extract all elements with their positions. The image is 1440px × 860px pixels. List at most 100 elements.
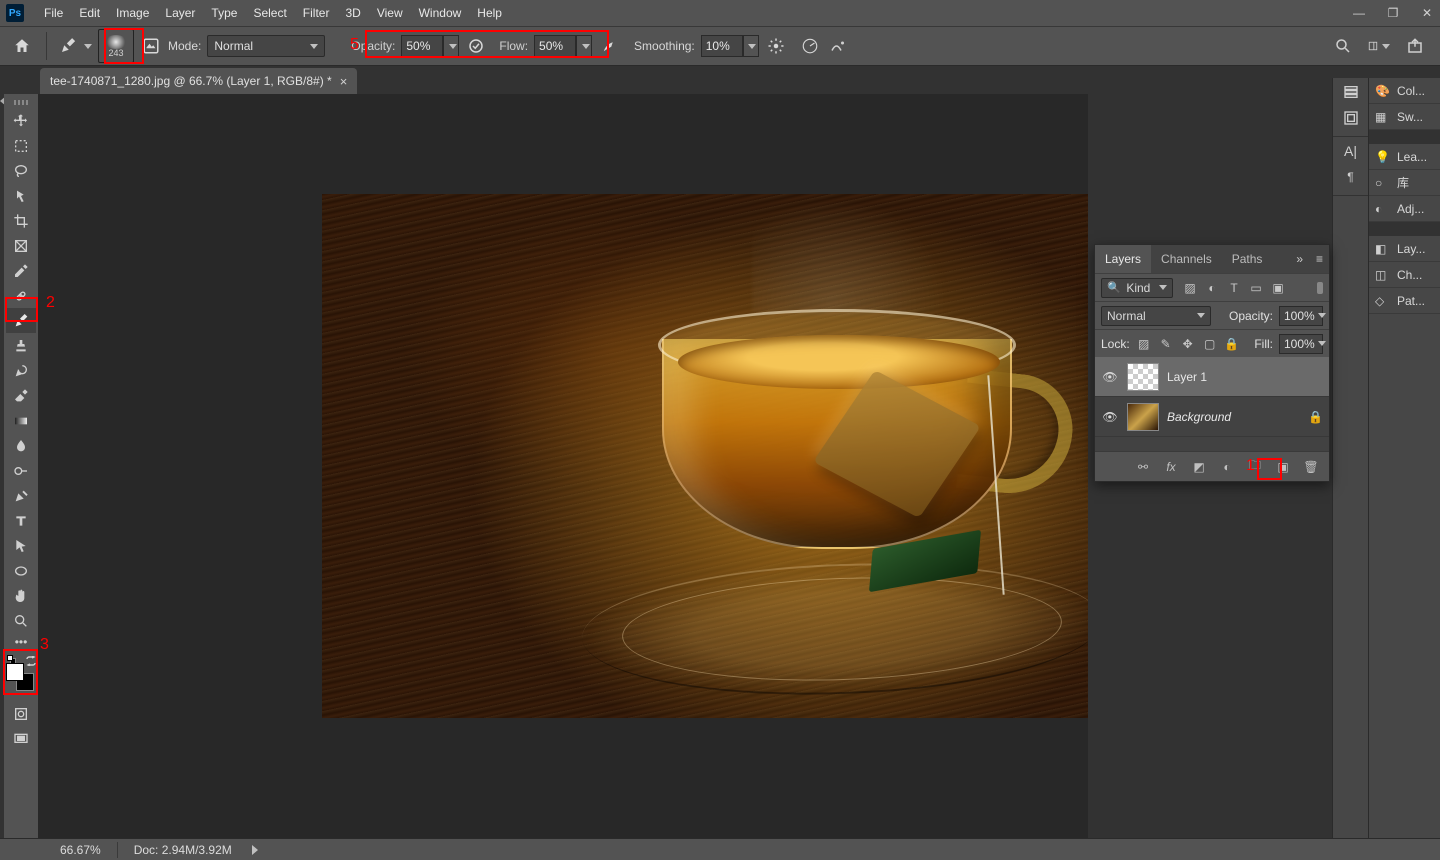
paths-tab[interactable]: Paths (1222, 245, 1273, 273)
filter-adjust-icon[interactable]: ◐ (1205, 281, 1219, 295)
character-panel-icon[interactable]: A| (1341, 143, 1361, 159)
zoom-level[interactable]: 66.67% (60, 843, 101, 857)
panel-grip[interactable] (8, 100, 34, 106)
menu-window[interactable]: Window (411, 2, 470, 24)
panel-learn[interactable]: 💡Lea... (1369, 144, 1440, 170)
healing-tool[interactable] (6, 283, 36, 308)
panel-libraries[interactable]: ○库 (1369, 170, 1440, 196)
foreground-color[interactable] (6, 663, 24, 681)
menu-filter[interactable]: Filter (295, 2, 338, 24)
menu-select[interactable]: Select (245, 2, 294, 24)
brush-panel-toggle[interactable] (140, 35, 162, 57)
pressure-opacity-toggle[interactable] (465, 35, 487, 57)
history-brush-tool[interactable] (6, 358, 36, 383)
blur-tool[interactable] (6, 433, 36, 458)
doc-info-menu[interactable] (252, 845, 258, 855)
document-tab[interactable]: tee-1740871_1280.jpg @ 66.7% (Layer 1, R… (40, 68, 357, 94)
menu-file[interactable]: File (36, 2, 71, 24)
maximize-button[interactable]: ❐ (1384, 6, 1402, 20)
color-swatch[interactable] (6, 655, 36, 695)
eyedropper-tool[interactable] (6, 258, 36, 283)
new-layer-icon[interactable]: ▣ (1275, 460, 1291, 474)
menu-help[interactable]: Help (469, 2, 510, 24)
type-tool[interactable] (6, 508, 36, 533)
hand-tool[interactable] (6, 583, 36, 608)
search-icon[interactable] (1332, 35, 1354, 57)
panel-swatches[interactable]: ▦Sw... (1369, 104, 1440, 130)
workspace-switcher[interactable] (1368, 35, 1390, 57)
tool-preset-picker[interactable] (59, 37, 92, 55)
home-button[interactable] (10, 34, 34, 58)
swap-colors-icon[interactable] (26, 655, 36, 665)
panel-paths[interactable]: ◇Pat... (1369, 288, 1440, 314)
layer-blend-mode[interactable]: Normal (1101, 306, 1211, 326)
delete-layer-icon[interactable]: 🗑 (1303, 460, 1319, 474)
dodge-tool[interactable] (6, 458, 36, 483)
visibility-toggle[interactable]: 👁 (1101, 370, 1119, 384)
fill-value[interactable]: 100% (1279, 334, 1323, 354)
flow-control[interactable]: Flow: 50% (493, 35, 592, 57)
link-layers-icon[interactable]: ⚯ (1135, 460, 1151, 474)
share-button[interactable] (1404, 35, 1426, 57)
panel-layers[interactable]: ◧Lay... (1369, 236, 1440, 262)
pen-tool[interactable] (6, 483, 36, 508)
bg-lock-icon[interactable]: 🔒 (1308, 410, 1323, 424)
menu-type[interactable]: Type (203, 2, 245, 24)
layers-tab[interactable]: Layers (1095, 245, 1151, 273)
lock-all-icon[interactable]: 🔒 (1224, 337, 1240, 351)
history-panel-icon[interactable] (1341, 84, 1361, 100)
paragraph-panel-icon[interactable]: ¶ (1341, 169, 1361, 185)
flow-value[interactable]: 50% (534, 35, 576, 57)
properties-panel-icon[interactable] (1341, 110, 1361, 126)
lock-position-icon[interactable]: ✥ (1180, 337, 1196, 351)
panel-channels[interactable]: ◫Ch... (1369, 262, 1440, 288)
panel-color[interactable]: 🎨Col... (1369, 78, 1440, 104)
crop-tool[interactable] (6, 208, 36, 233)
menu-layer[interactable]: Layer (157, 2, 203, 24)
pressure-size-toggle[interactable] (827, 35, 849, 57)
filter-type-icon[interactable]: T (1227, 281, 1241, 295)
layer-filter-kind[interactable]: 🔍Kind (1101, 278, 1173, 298)
lasso-tool[interactable] (6, 158, 36, 183)
brush-preset-picker[interactable]: 243 (98, 29, 134, 63)
layer-name[interactable]: Layer 1 (1167, 370, 1207, 384)
zoom-tool[interactable] (6, 608, 36, 633)
filter-shape-icon[interactable]: ▭ (1249, 281, 1263, 295)
filter-pixel-icon[interactable]: ▨ (1183, 281, 1197, 295)
panel-menu-icon[interactable]: ≡ (1316, 252, 1323, 266)
flow-dropdown[interactable] (576, 35, 592, 57)
screenmode-toggle[interactable] (6, 726, 36, 751)
smoothing-options[interactable] (765, 35, 787, 57)
tab-close-icon[interactable]: × (340, 74, 348, 89)
lock-artboard-icon[interactable]: ▢ (1202, 337, 1218, 351)
panel-collapse-icon[interactable]: » (1296, 252, 1303, 266)
layer-fx-icon[interactable]: fx (1163, 460, 1179, 474)
quick-select-tool[interactable] (6, 183, 36, 208)
opacity-value[interactable]: 50% (401, 35, 443, 57)
layer-filter-icons[interactable]: ▨ ◐ T ▭ ▣ (1183, 281, 1285, 295)
filter-toggle[interactable] (1317, 282, 1323, 294)
brush-angle[interactable] (799, 35, 821, 57)
layer-row[interactable]: 👁 Layer 1 (1095, 357, 1329, 397)
minimize-button[interactable]: — (1350, 6, 1368, 20)
default-colors-icon[interactable] (7, 655, 17, 663)
blend-mode-select[interactable]: Normal (207, 35, 325, 57)
layer-mask-icon[interactable]: ◩ (1191, 460, 1207, 474)
layer-opacity-value[interactable]: 100% (1279, 306, 1323, 326)
stamp-tool[interactable] (6, 333, 36, 358)
panel-adjustments[interactable]: ◐Adj... (1369, 196, 1440, 222)
eraser-tool[interactable] (6, 383, 36, 408)
frame-tool[interactable] (6, 233, 36, 258)
opacity-control[interactable]: Opacity: 50% (345, 35, 459, 57)
opacity-dropdown[interactable] (443, 35, 459, 57)
layer-name[interactable]: Background (1167, 410, 1231, 424)
menu-3d[interactable]: 3D (337, 2, 368, 24)
marquee-tool[interactable] (6, 133, 36, 158)
brush-tool[interactable] (6, 308, 36, 333)
edit-toolbar[interactable]: ••• (6, 633, 36, 651)
channels-tab[interactable]: Channels (1151, 245, 1222, 273)
doc-size[interactable]: Doc: 2.94M/3.92M (134, 843, 232, 857)
shape-tool[interactable] (6, 558, 36, 583)
quickmask-toggle[interactable] (6, 701, 36, 726)
close-button[interactable]: ✕ (1418, 6, 1436, 20)
